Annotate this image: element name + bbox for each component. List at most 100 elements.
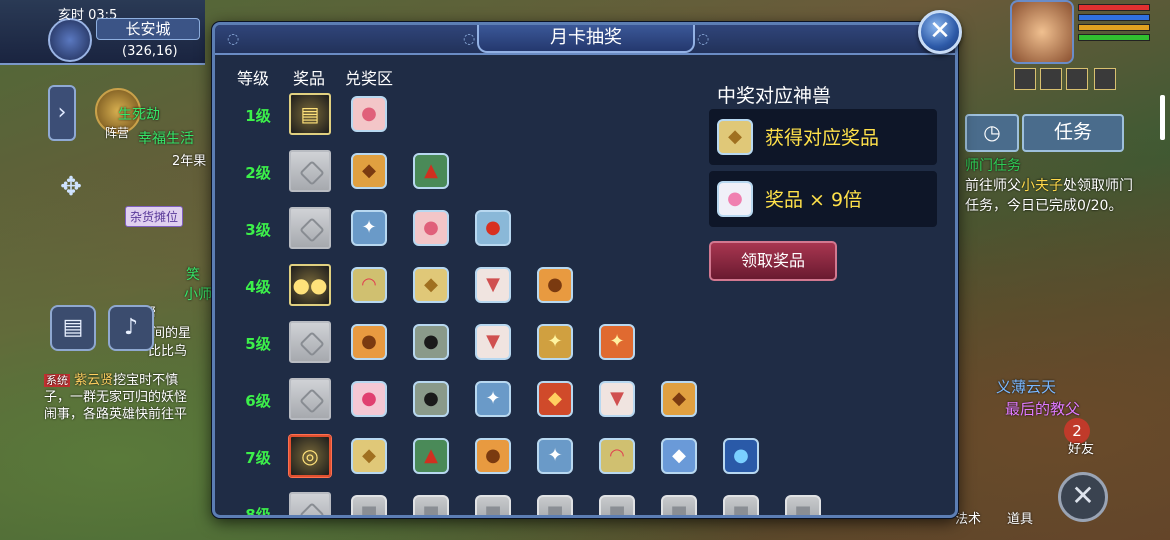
- buff-icon[interactable]: [1094, 68, 1116, 90]
- locked-pet-icon[interactable]: ■: [785, 495, 821, 515]
- coordinates: (326,16): [122, 44, 178, 59]
- swirl-ornament-icon: ◌: [227, 31, 240, 47]
- empty-prize-slot[interactable]: [289, 321, 331, 363]
- scrollbar[interactable]: [1160, 95, 1165, 140]
- chat-icon[interactable]: ▤: [50, 305, 96, 351]
- blue-fish-pet-icon[interactable]: ●: [723, 438, 759, 474]
- player-avatar[interactable]: [1010, 0, 1074, 64]
- level-label: 4级: [245, 278, 271, 296]
- system-tag: 系统: [44, 374, 70, 387]
- tiger-pet-icon[interactable]: ◆: [661, 381, 697, 417]
- status-bars: [1078, 4, 1150, 44]
- monkey-pet-icon[interactable]: ●: [475, 438, 511, 474]
- close-icon[interactable]: ✕: [1058, 472, 1108, 522]
- white-fox-pet-icon[interactable]: ▼: [475, 267, 511, 303]
- level-label: 5级: [245, 335, 271, 353]
- level-label: 3级: [245, 221, 271, 239]
- buff-icon[interactable]: [1014, 68, 1036, 90]
- level-label: 7级: [245, 449, 271, 467]
- pink-peach-pet-icon[interactable]: ●: [413, 210, 449, 246]
- exp-bar: [1078, 34, 1150, 41]
- microphone-icon[interactable]: ♪: [108, 305, 154, 351]
- eggs-icon: ●●: [292, 273, 328, 297]
- hp-bar: [1078, 4, 1150, 11]
- reward-rule-row: ● 奖品 × 9倍: [709, 171, 937, 227]
- locked-pet-icon[interactable]: ■: [661, 495, 697, 515]
- skill-label[interactable]: 法术: [955, 508, 981, 527]
- close-icon[interactable]: ✕: [918, 10, 962, 54]
- mp-bar: [1078, 14, 1150, 21]
- stall-tag[interactable]: 杂货摊位: [125, 206, 184, 227]
- red-mushroom-pet-icon[interactable]: ●: [475, 210, 511, 246]
- pink-peach-pet-icon[interactable]: ●: [351, 96, 387, 132]
- bg-text: 幸福生活: [138, 131, 194, 147]
- rainbow-chick-pet-icon[interactable]: ◠: [351, 267, 387, 303]
- map-avatar[interactable]: [48, 18, 92, 62]
- task-title: 师门任务: [965, 158, 1021, 174]
- white-phoenix-pet-icon[interactable]: ✦: [537, 438, 573, 474]
- task-tracker[interactable]: 师门任务 前往师父小夫子处领取师门任务，今日已完成0/20。: [965, 156, 1145, 216]
- nest-icon: ◎: [301, 444, 319, 468]
- chat-sender[interactable]: 紫云贤: [74, 373, 113, 388]
- camp-label: 阵营: [105, 126, 130, 140]
- panda-pet-icon[interactable]: ●: [413, 381, 449, 417]
- dialog-header: ◌ ◌ ◌ 月卡抽奖: [215, 25, 955, 55]
- empty-prize-slot[interactable]: [289, 378, 331, 420]
- clock-icon[interactable]: ◷: [965, 114, 1019, 152]
- monkey-pet-icon[interactable]: ●: [351, 324, 387, 360]
- locked-pet-icon[interactable]: ■: [537, 495, 573, 515]
- golden-lion-pet-icon[interactable]: ◆: [351, 438, 387, 474]
- white-phoenix-pet-icon[interactable]: ✦: [351, 210, 387, 246]
- locked-pet-icon[interactable]: ■: [723, 495, 759, 515]
- locked-pet-icon[interactable]: ■: [413, 495, 449, 515]
- empty-prize-slot[interactable]: [289, 150, 331, 192]
- reward-rule-text: 奖品 × 9倍: [765, 189, 863, 211]
- tiger-pet-icon[interactable]: ◆: [351, 153, 387, 189]
- bg-text: 间的星: [152, 326, 192, 341]
- bg-text: 笑: [186, 267, 200, 283]
- monkey-pet-icon[interactable]: ●: [537, 267, 573, 303]
- white-fox-pet-icon[interactable]: ▼: [475, 324, 511, 360]
- eggs-prize-icon[interactable]: ●●: [289, 264, 331, 306]
- claim-prize-button[interactable]: 领取奖品: [709, 241, 837, 281]
- level-label: 8级: [245, 506, 271, 515]
- right-panel-title: 中奖对应神兽: [717, 85, 832, 107]
- locked-pet-icon[interactable]: ■: [599, 495, 635, 515]
- empty-prize-slot[interactable]: [289, 492, 331, 515]
- fire-deer-pet-icon[interactable]: ✦: [599, 324, 635, 360]
- level-label: 6级: [245, 392, 271, 410]
- rabbit-pet-icon[interactable]: ●: [351, 381, 387, 417]
- expand-arrow-icon[interactable]: ›: [48, 85, 76, 141]
- swirl-ornament-icon: ◌: [697, 31, 710, 47]
- city-name[interactable]: 长安城: [96, 18, 200, 40]
- blue-dragon-pet-icon[interactable]: ◆: [661, 438, 697, 474]
- bg-text: 小师: [184, 287, 212, 303]
- friend-label[interactable]: 好友: [1068, 438, 1094, 457]
- red-dragon-pet-icon[interactable]: ◆: [537, 381, 573, 417]
- bg-text: 生死劫: [118, 107, 160, 123]
- locked-pet-icon[interactable]: ■: [475, 495, 511, 515]
- red-bird-pet-icon[interactable]: ▲: [413, 153, 449, 189]
- item-label[interactable]: 道具: [1007, 508, 1033, 527]
- golden-lion-pet-icon[interactable]: ◆: [413, 267, 449, 303]
- minimap[interactable]: 亥时 03:5 长安城 (326,16): [0, 0, 205, 65]
- move-arrows-icon[interactable]: ✥: [52, 168, 90, 206]
- empty-prize-slot[interactable]: [289, 207, 331, 249]
- locked-pet-icon[interactable]: ■: [351, 495, 387, 515]
- golden-deer-pet-icon[interactable]: ✦: [537, 324, 573, 360]
- nest-prize-icon[interactable]: ◎: [289, 435, 331, 477]
- rainbow-chick-pet-icon[interactable]: ◠: [599, 438, 635, 474]
- pink-bunny-icon: ●: [717, 181, 753, 217]
- level-label: 2级: [245, 164, 271, 182]
- buff-icon[interactable]: [1066, 68, 1088, 90]
- panda-pet-icon[interactable]: ●: [413, 324, 449, 360]
- swirl-ornament-icon: ◌: [463, 31, 476, 47]
- scroll-prize-icon[interactable]: ▤: [289, 93, 331, 135]
- scroll-icon: ▤: [300, 102, 320, 126]
- white-phoenix-pet-icon[interactable]: ✦: [475, 381, 511, 417]
- task-button[interactable]: 任务: [1022, 114, 1124, 152]
- buff-icon[interactable]: [1040, 68, 1062, 90]
- red-bird-pet-icon[interactable]: ▲: [413, 438, 449, 474]
- white-fox-pet-icon[interactable]: ▼: [599, 381, 635, 417]
- reward-rule-text: 获得对应奖品: [765, 127, 880, 149]
